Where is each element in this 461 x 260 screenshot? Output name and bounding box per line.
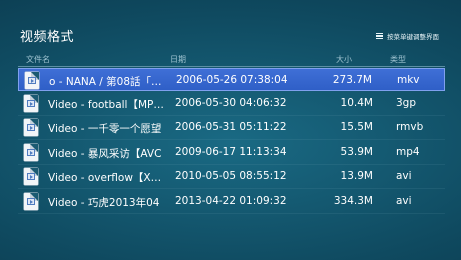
- file-row[interactable]: Video - 巧虎2013年04 2013-04-22 01:09:32 33…: [18, 190, 445, 214]
- video-file-icon: [24, 94, 38, 112]
- file-row[interactable]: Video - 暴风采访【AVC 2009-06-17 11:13:34 53.…: [18, 141, 445, 165]
- column-header-name[interactable]: 文件名: [26, 54, 50, 65]
- column-header-size[interactable]: 大小: [336, 54, 352, 65]
- file-type: avi: [396, 194, 412, 207]
- menu-hint: 按菜单键调整界面: [376, 31, 439, 41]
- page-title: 视频格式: [20, 30, 75, 45]
- file-type: rmvb: [396, 121, 424, 133]
- menu-hint-label: 按菜单键调整界面: [387, 33, 439, 41]
- file-name: Video - football【MPEG: [48, 98, 166, 111]
- video-file-icon: [24, 192, 38, 210]
- file-row[interactable]: o - NANA / 第08話「いち 2006-05-26 07:38:04 2…: [18, 68, 445, 91]
- file-size: 334.3M: [333, 194, 373, 207]
- video-file-icon: [24, 119, 38, 136]
- file-size: 10.4M: [340, 96, 373, 109]
- file-type: mp4: [396, 145, 420, 158]
- video-file-icon: [25, 72, 39, 89]
- file-row[interactable]: Video - football【MPEG 2006-05-30 04:06:3…: [18, 92, 445, 116]
- header-divider: [18, 66, 445, 67]
- file-name: Video - 巧虎2013年04: [48, 196, 160, 209]
- file-size: 13.9M: [340, 170, 373, 182]
- file-type: mkv: [397, 74, 420, 86]
- video-file-icon: [24, 143, 38, 161]
- file-name: Video - 暴风采访【AVC: [48, 147, 162, 160]
- column-header-date[interactable]: 日期: [170, 54, 186, 65]
- file-name: Video - 一千零一个愿望: [48, 123, 162, 135]
- file-size: 53.9M: [340, 145, 373, 158]
- file-size: 273.7M: [332, 74, 372, 86]
- file-row[interactable]: Video - overflow【Xvid 2010-05-05 08:55:1…: [18, 165, 445, 189]
- file-name: o - NANA / 第08話「いち: [49, 76, 167, 88]
- file-type: 3gp: [396, 96, 417, 109]
- file-list: o - NANA / 第08話「いち 2006-05-26 07:38:04 2…: [18, 68, 445, 214]
- video-file-icon: [24, 168, 38, 185]
- file-name: Video - overflow【Xvid: [48, 172, 166, 184]
- column-header-type[interactable]: 类型: [390, 54, 406, 65]
- file-size: 15.5M: [340, 121, 373, 133]
- column-headers: 文件名 日期 大小 类型: [18, 50, 445, 66]
- file-row[interactable]: Video - 一千零一个愿望 2006-05-31 05:11:22 15.5…: [18, 116, 445, 140]
- file-type: avi: [396, 170, 412, 182]
- menu-icon: [376, 33, 383, 39]
